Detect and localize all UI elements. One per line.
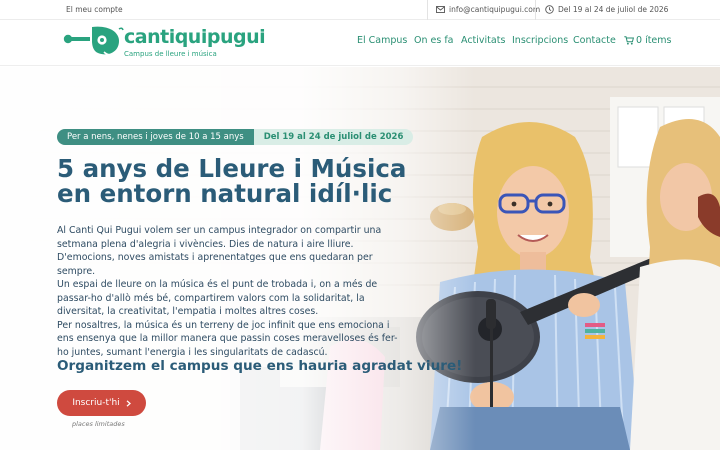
email-text: info@cantiquipugui.com <box>449 5 541 14</box>
limited-places-note: places limitades <box>72 420 125 428</box>
hero-title: 5 anys de Lleure i Música en entorn natu… <box>57 156 437 206</box>
my-account-link[interactable]: El meu compte <box>66 5 123 14</box>
cart-icon <box>624 36 634 45</box>
hero-section: Per a nens, nenes i joves de 10 a 15 any… <box>0 67 720 450</box>
dates-text: Del 19 al 24 de juliol de 2026 <box>558 5 669 14</box>
email-link[interactable]: info@cantiquipugui.com <box>436 5 540 14</box>
nav-activitats[interactable]: Activitats <box>461 35 505 46</box>
cart-count: 0 ítems <box>636 35 672 46</box>
mail-icon <box>436 6 445 13</box>
register-button-label: Inscriu-t'hi <box>72 398 120 408</box>
divider <box>535 0 536 20</box>
hero-paragraph: Per nosaltres, la música és un terreny d… <box>57 319 398 358</box>
clock-icon <box>545 5 554 14</box>
dates-badge: Del 19 al 24 de juliol de 2026 <box>253 129 414 145</box>
brand-name: cantiquipugui <box>124 26 266 48</box>
cart-link[interactable]: 0 ítems <box>624 35 671 46</box>
hero-subheading: Organitzem el campus que ens hauria agra… <box>57 358 463 374</box>
hero-paragraph: Un espai de lleure on la música és el pu… <box>57 279 378 317</box>
nav-el-campus[interactable]: El Campus <box>357 35 407 46</box>
brand-tagline: Campus de lleure i música <box>124 50 217 58</box>
guitar-logo-icon <box>63 26 124 56</box>
hero-title-line-2: en entorn natural idíl·lic <box>57 179 393 208</box>
nav-contacte[interactable]: Contacte <box>573 35 616 46</box>
hero-paragraph: Al Canti Qui Pugui volem ser un campus i… <box>57 225 382 277</box>
brand-logo[interactable]: cantiquipugui Campus de lleure i música <box>62 25 266 61</box>
top-bar: El meu compte info@cantiquipugui.com Del… <box>0 0 720 20</box>
age-badge: Per a nens, nenes i joves de 10 a 15 any… <box>57 129 254 145</box>
dates-info: Del 19 al 24 de juliol de 2026 <box>545 5 668 14</box>
hero-badges: Per a nens, nenes i joves de 10 a 15 any… <box>57 129 414 145</box>
nav-inscripcions[interactable]: Inscripcions <box>512 35 568 46</box>
hero-description: Al Canti Qui Pugui volem ser un campus i… <box>57 224 409 359</box>
register-button[interactable]: Inscriu-t'hi <box>57 390 146 416</box>
nav-on-es-fa[interactable]: On es fa <box>414 35 454 46</box>
main-header: cantiquipugui Campus de lleure i música … <box>0 20 720 66</box>
divider <box>427 0 428 20</box>
chevron-right-icon <box>126 399 131 407</box>
